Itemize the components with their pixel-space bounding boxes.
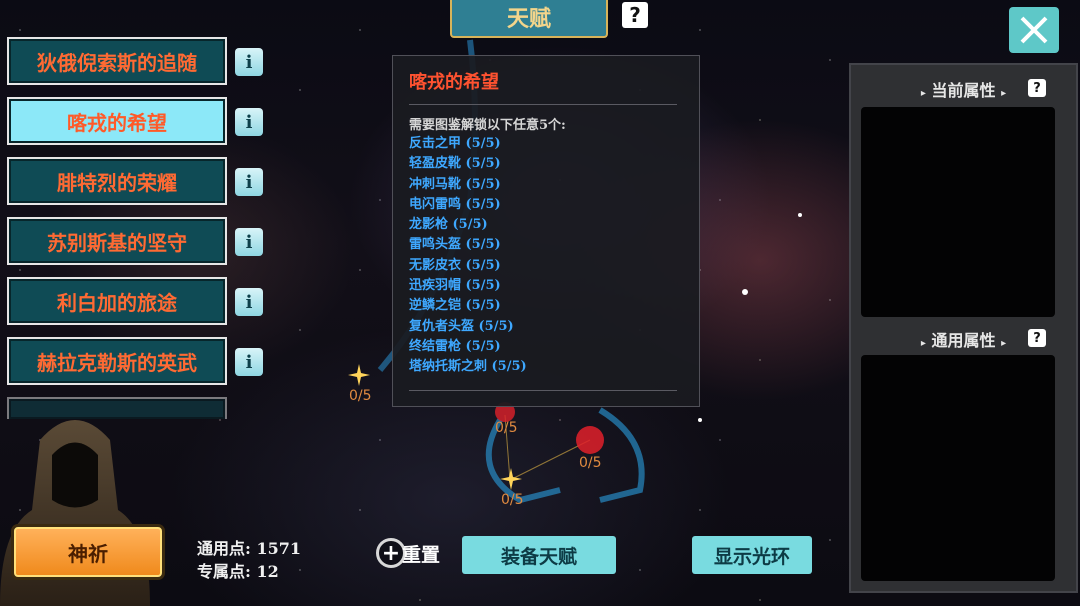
info-icon[interactable]: i: [235, 108, 263, 136]
show-halo-button[interactable]: 显示光环: [692, 536, 812, 574]
divider: [409, 390, 677, 391]
talent-requirement-popup: 喀戎的希望 需要图鉴解锁以下任意5个: 反击之甲 (5/5) 轻盈皮靴 (5/5…: [392, 55, 700, 407]
node-progress: 0/5: [579, 455, 602, 471]
list-item: 塔纳托斯之刺 (5/5): [409, 359, 527, 375]
talent-item[interactable]: 腓特烈的荣耀: [7, 157, 227, 205]
general-points-label: 通用点:: [197, 539, 251, 558]
list-item: 龙影枪 (5/5): [409, 217, 488, 233]
info-icon[interactable]: i: [235, 228, 263, 256]
list-item: 轻盈皮靴 (5/5): [409, 156, 501, 172]
star-node-icon[interactable]: [500, 468, 522, 490]
exclusive-points: 专属点: 12: [197, 558, 279, 582]
current-attr-label: 当前属性: [931, 81, 996, 100]
general-points: 通用点: 1571: [197, 535, 301, 559]
list-item: 复仇者头盔 (5/5): [409, 318, 514, 334]
exclusive-points-label: 专属点:: [197, 562, 251, 581]
question-icon[interactable]: ?: [1028, 79, 1046, 97]
talent-item[interactable]: 狄俄倪索斯的追随: [7, 37, 227, 85]
general-points-value: 1571: [256, 539, 302, 558]
list-item: 电闪雷鸣 (5/5): [409, 196, 501, 212]
arrow-icon: ▸: [920, 88, 926, 99]
equip-talent-button[interactable]: 装备天赋: [462, 536, 616, 574]
close-icon: [1020, 16, 1048, 44]
current-attr-box: [861, 107, 1055, 317]
list-item: 无影皮衣 (5/5): [409, 257, 501, 273]
popup-title: 喀戎的希望: [409, 72, 499, 93]
arrow-icon: ▸: [1001, 88, 1007, 99]
question-icon[interactable]: ?: [622, 2, 648, 28]
list-item: 逆鳞之铠 (5/5): [409, 298, 501, 314]
general-attr-box: [861, 355, 1055, 581]
node-progress: 0/5: [495, 420, 518, 436]
talent-item[interactable]: 赫拉克勒斯的英武: [7, 337, 227, 385]
info-icon[interactable]: i: [235, 168, 263, 196]
talent-item-selected[interactable]: 喀戎的希望: [7, 97, 227, 145]
list-item: 雷鸣头盔 (5/5): [409, 237, 501, 253]
star-node-icon[interactable]: [348, 364, 370, 386]
required-items-list: 反击之甲 (5/5) 轻盈皮靴 (5/5) 冲刺马靴 (5/5) 电闪雷鸣 (5…: [409, 134, 527, 378]
general-attr-label: 通用属性: [931, 331, 996, 350]
list-item: 迅疾羽帽 (5/5): [409, 278, 501, 294]
talent-item[interactable]: 利白加的旅途: [7, 277, 227, 325]
pray-button[interactable]: 神祈: [14, 527, 162, 577]
page-title: 天赋: [450, 0, 608, 38]
exclusive-points-value: 12: [256, 562, 279, 581]
close-button[interactable]: [1009, 7, 1059, 53]
talent-item[interactable]: 苏别斯基的坚守: [7, 217, 227, 265]
list-item: 终结雷枪 (5/5): [409, 338, 501, 354]
popup-requirement: 需要图鉴解锁以下任意5个:: [409, 118, 566, 133]
reset-label: 重置: [402, 543, 441, 566]
arrow-icon: ▸: [920, 338, 926, 349]
reset-button[interactable]: + 重置: [376, 538, 440, 568]
node-progress: 0/5: [501, 492, 524, 508]
node-progress: 0/5: [349, 388, 372, 404]
info-icon[interactable]: i: [235, 288, 263, 316]
question-icon[interactable]: ?: [1028, 329, 1046, 347]
divider: [409, 104, 677, 105]
list-item: 反击之甲 (5/5): [409, 136, 501, 151]
info-icon[interactable]: i: [235, 348, 263, 376]
attribute-panel: ▸ 当前属性 ▸ ? ▸ 通用属性 ▸ ?: [849, 63, 1078, 593]
arrow-icon: ▸: [1001, 338, 1007, 349]
info-icon[interactable]: i: [235, 48, 263, 76]
list-item: 冲刺马靴 (5/5): [409, 176, 501, 192]
